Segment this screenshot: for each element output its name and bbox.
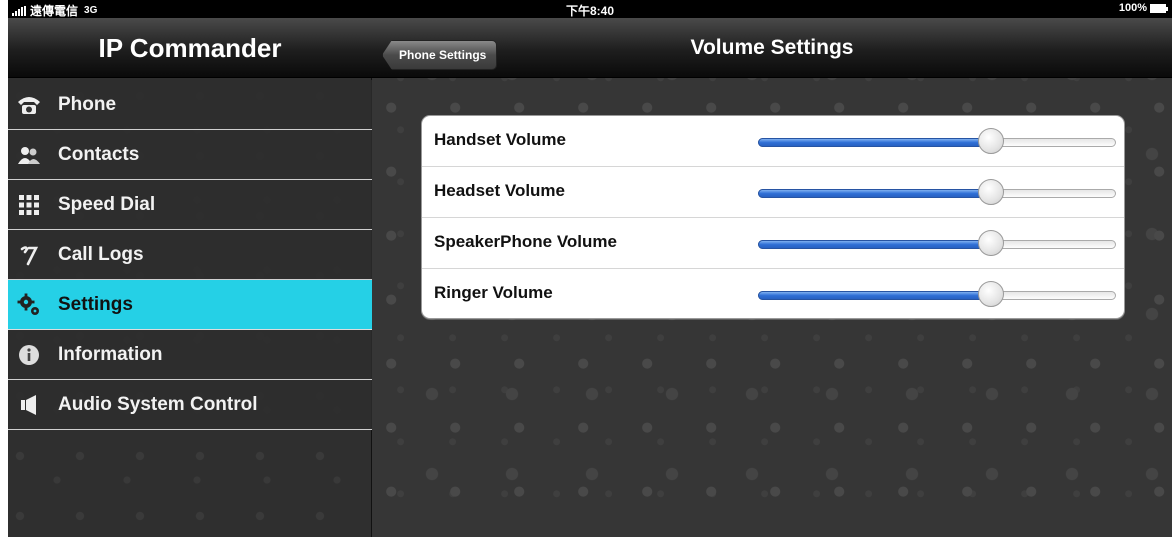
setting-label: Ringer Volume <box>434 283 553 302</box>
navigation-bar: Volume Settings Phone Settings <box>372 18 1172 78</box>
ipad-screen: 遠傳電信 3G 下午8:40 100% IP Commander Phone C… <box>8 0 1172 537</box>
sidebar-item-contacts[interactable]: Contacts <box>8 130 372 180</box>
speaker-icon <box>14 390 44 420</box>
sidebar-item-label: Speed Dial <box>58 193 156 215</box>
ringer-volume-slider[interactable] <box>758 281 1116 309</box>
slider-fill <box>758 138 991 147</box>
sidebar-item-phone[interactable]: Phone <box>8 80 372 130</box>
sidebar-item-call-logs[interactable]: Call Logs <box>8 230 372 280</box>
slider-fill <box>758 240 991 249</box>
gears-icon <box>14 290 44 320</box>
people-icon <box>14 140 44 170</box>
handset-volume-row: Handset Volume <box>422 116 1124 167</box>
headset-volume-slider[interactable] <box>758 179 1116 207</box>
ringer-volume-row: Ringer Volume <box>422 269 1124 318</box>
status-bar: 遠傳電信 3G 下午8:40 100% <box>8 0 1172 18</box>
speakerphone-volume-slider[interactable] <box>758 230 1116 258</box>
call-log-icon <box>14 240 44 270</box>
speakerphone-volume-row: SpeakerPhone Volume <box>422 218 1124 269</box>
info-icon <box>14 340 44 370</box>
sidebar-title: IP Commander <box>8 18 372 78</box>
status-time: 下午8:40 <box>565 4 615 18</box>
sidebar-item-label: Call Logs <box>58 243 144 265</box>
setting-label: SpeakerPhone Volume <box>434 232 617 251</box>
sidebar-item-settings[interactable]: Settings <box>8 280 372 330</box>
slider-thumb[interactable] <box>978 128 1004 154</box>
battery-percent: 100% <box>1118 2 1147 14</box>
slider-thumb[interactable] <box>978 179 1004 205</box>
battery-indicator: 100% <box>1118 2 1168 14</box>
slider-thumb[interactable] <box>978 230 1004 256</box>
sidebar-item-label: Information <box>58 343 163 365</box>
setting-label: Headset Volume <box>434 181 566 200</box>
detail-panel: Volume Settings Phone Settings Handset V… <box>372 18 1172 537</box>
headset-volume-row: Headset Volume <box>422 167 1124 218</box>
sidebar-item-label: Contacts <box>58 143 140 165</box>
sidebar: IP Commander Phone Contacts Speed Dial C… <box>8 18 372 537</box>
telephone-icon <box>14 90 44 120</box>
sidebar-item-label: Settings <box>58 293 133 315</box>
sidebar-item-label: Audio System Control <box>58 393 258 415</box>
keypad-grid-icon <box>14 190 44 220</box>
sidebar-item-information[interactable]: Information <box>8 330 372 380</box>
sidebar-item-label: Phone <box>58 93 117 115</box>
volume-settings-table: Handset Volume Headset Volume SpeakerPho… <box>421 115 1125 319</box>
sidebar-item-speed-dial[interactable]: Speed Dial <box>8 180 372 230</box>
handset-volume-slider[interactable] <box>758 128 1116 156</box>
battery-icon <box>1150 3 1168 13</box>
back-button[interactable]: Phone Settings <box>382 40 498 70</box>
sidebar-item-audio-system-control[interactable]: Audio System Control <box>8 380 372 430</box>
slider-fill <box>758 291 991 300</box>
slider-fill <box>758 189 991 198</box>
setting-label: Handset Volume <box>434 130 566 149</box>
slider-thumb[interactable] <box>978 281 1004 307</box>
sidebar-menu: Phone Contacts Speed Dial Call Logs Sett… <box>8 80 372 430</box>
